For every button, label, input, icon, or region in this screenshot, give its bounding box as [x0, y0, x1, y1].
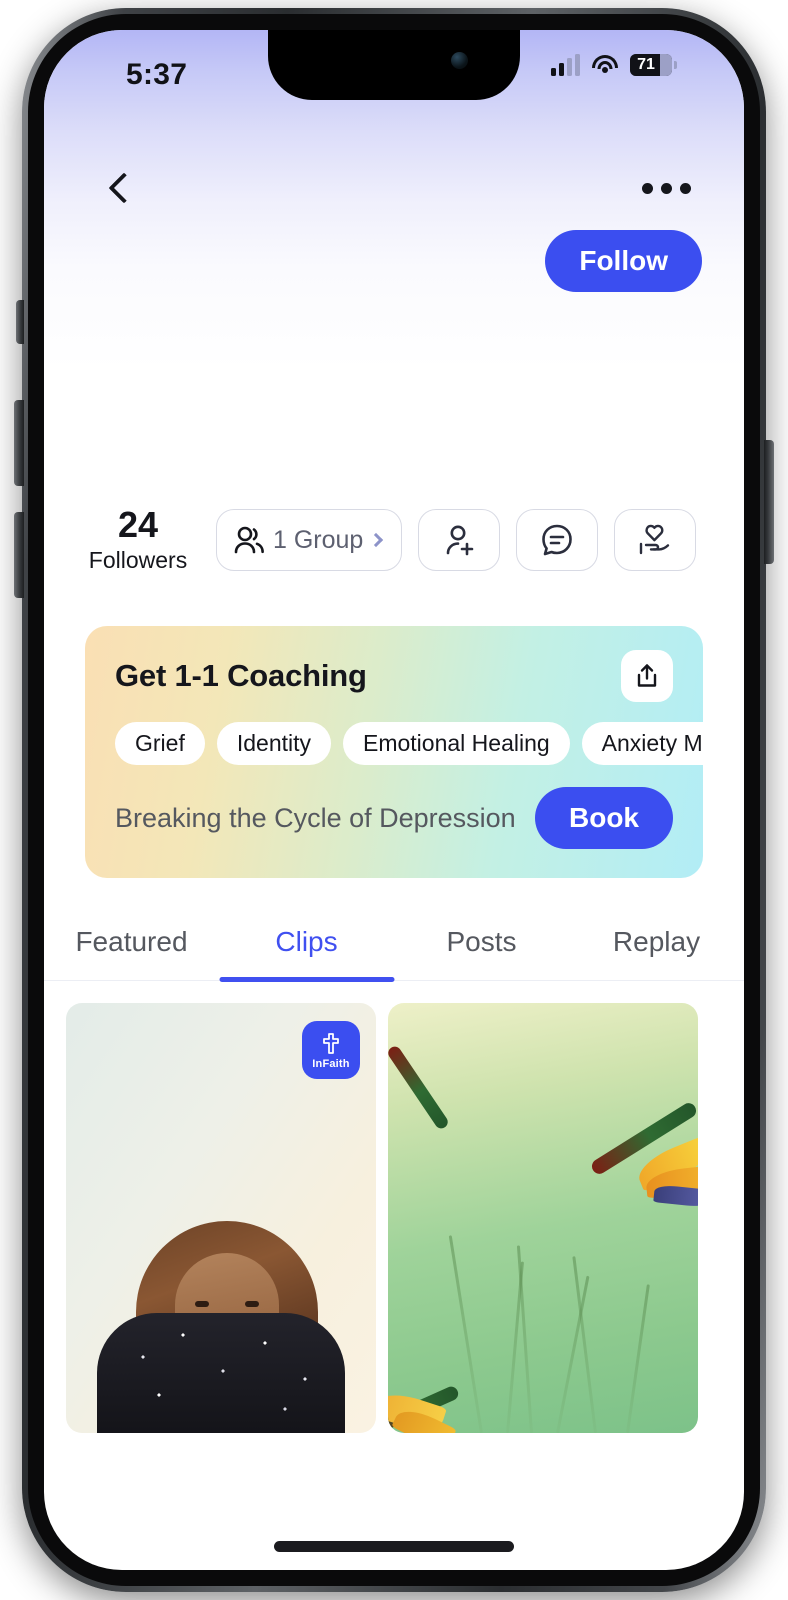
- message-bubble-icon: [542, 524, 573, 556]
- front-camera-icon: [451, 52, 468, 69]
- back-button[interactable]: [96, 160, 152, 216]
- more-options-icon: [641, 182, 653, 194]
- message-button[interactable]: [516, 509, 599, 571]
- status-indicators: 71: [551, 54, 677, 76]
- tab-replay[interactable]: Replay: [569, 916, 744, 980]
- prayer-button[interactable]: [614, 509, 697, 571]
- coaching-card-header: Get 1-1 Coaching: [85, 650, 703, 702]
- coaching-tag[interactable]: Emotional Healing: [343, 722, 570, 765]
- book-button[interactable]: Book: [535, 787, 673, 849]
- followers-count: 24: [117, 503, 159, 545]
- infaith-badge: InFaith: [302, 1021, 360, 1079]
- coaching-tag[interactable]: Identity: [216, 722, 331, 765]
- person-add-icon: [447, 525, 474, 556]
- portrait-illustration: [66, 1193, 376, 1433]
- people-group-icon: [234, 526, 264, 554]
- more-options-button[interactable]: [634, 160, 698, 216]
- clips-grid: InFaith: [44, 981, 744, 1433]
- hand-heart-icon: [640, 524, 670, 555]
- navigation-bar: [44, 152, 744, 222]
- followers-stat[interactable]: 24 Followers: [66, 503, 210, 575]
- tab-clips[interactable]: Clips: [219, 916, 394, 980]
- battery-icon: 71: [630, 54, 677, 76]
- coaching-tag[interactable]: Grief: [115, 722, 205, 765]
- coaching-tag[interactable]: Anxiety Management: [581, 722, 703, 765]
- cross-icon: [323, 1032, 339, 1054]
- coaching-book-row: Breaking the Cycle of Depression Book: [85, 787, 703, 849]
- clip-thumbnail-flowers[interactable]: [388, 1003, 698, 1433]
- mute-switch[interactable]: [16, 300, 24, 344]
- coaching-tags: Grief Identity Emotional Healing Anxiety…: [85, 722, 703, 765]
- cellular-signal-icon: [551, 54, 580, 76]
- infaith-badge-label: InFaith: [312, 1057, 350, 1070]
- group-label: 1 Group: [273, 525, 364, 554]
- status-time: 5:37: [126, 58, 188, 91]
- bird-of-paradise-illustration: [388, 1003, 698, 1433]
- profile-header: 5:37 71 Follow 24 Followers 1 Group: [44, 30, 744, 596]
- followers-label: Followers: [88, 547, 188, 574]
- clip-thumbnail-portrait[interactable]: InFaith: [66, 1003, 376, 1433]
- chevron-right-icon: [369, 532, 384, 548]
- wifi-icon: [591, 54, 619, 76]
- home-indicator[interactable]: [274, 1541, 514, 1552]
- tab-posts[interactable]: Posts: [394, 916, 569, 980]
- device-notch: [268, 30, 520, 100]
- profile-stats-row: 24 Followers 1 Group: [44, 484, 744, 596]
- group-pill-button[interactable]: 1 Group: [216, 509, 403, 571]
- share-icon: [637, 664, 657, 687]
- follow-button[interactable]: Follow: [545, 230, 702, 292]
- volume-up-button[interactable]: [14, 400, 24, 486]
- screenshot-stage: 5:37 71 Follow 24 Followers 1 Group Get …: [0, 0, 788, 1600]
- session-title: Breaking the Cycle of Depression: [115, 802, 516, 833]
- power-button[interactable]: [764, 440, 774, 564]
- chevron-left-icon: [108, 172, 140, 204]
- coaching-card[interactable]: Get 1-1 Coaching Grief Identity Emotiona…: [85, 626, 703, 878]
- battery-percent: 71: [637, 56, 655, 73]
- tab-featured[interactable]: Featured: [44, 916, 219, 980]
- content-tabs: Featured Clips Posts Replay: [44, 916, 744, 981]
- volume-down-button[interactable]: [14, 512, 24, 598]
- share-button[interactable]: [621, 650, 673, 702]
- coaching-title: Get 1-1 Coaching: [115, 658, 367, 693]
- add-person-button[interactable]: [418, 509, 501, 571]
- phone-screen: 5:37 71 Follow 24 Followers 1 Group Get …: [44, 30, 744, 1570]
